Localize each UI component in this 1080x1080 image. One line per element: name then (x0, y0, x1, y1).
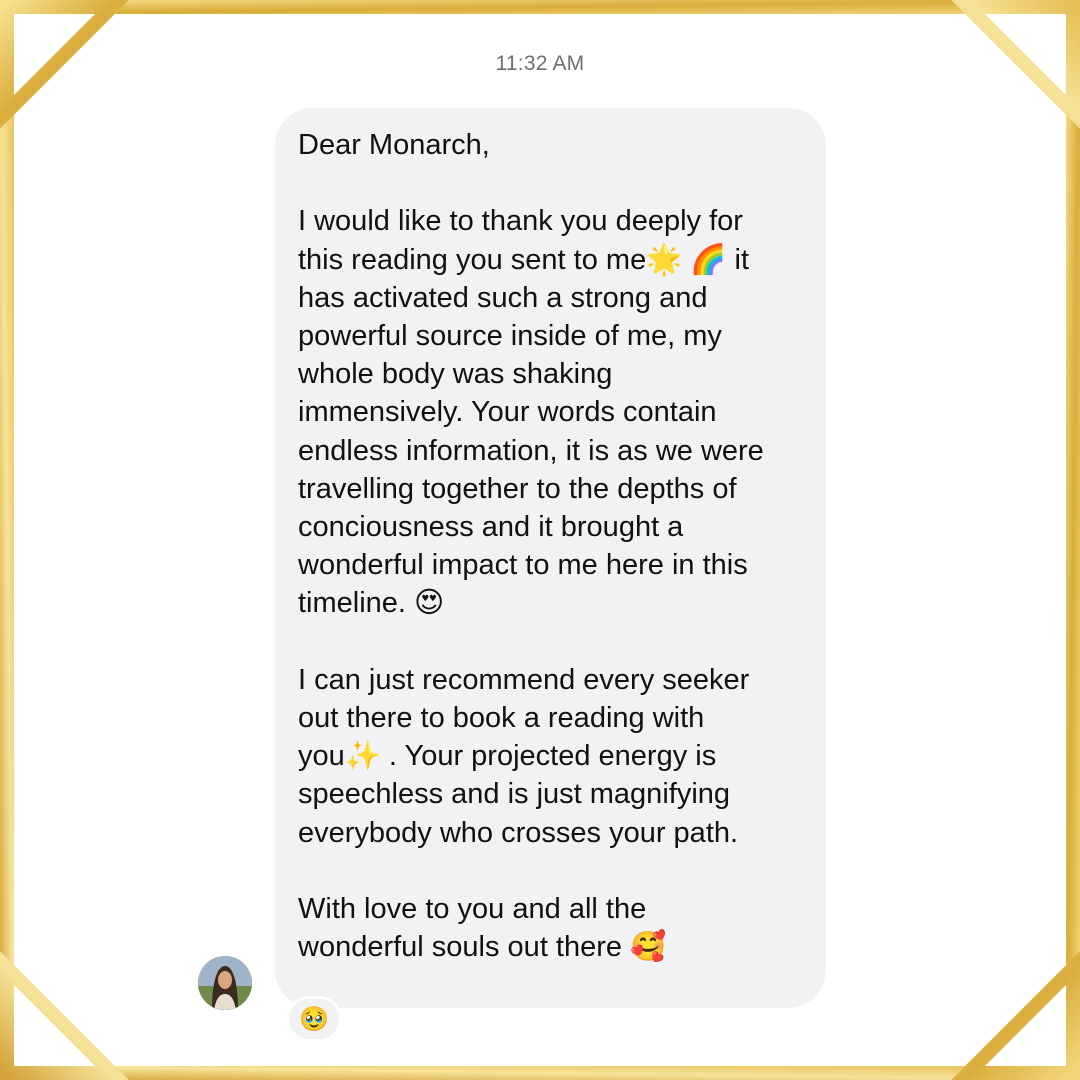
avatar-photo (198, 956, 252, 1010)
message-text: Dear Monarch, I would like to thank you … (298, 129, 764, 964)
message-timestamp: 11:32 AM (495, 52, 585, 75)
sender-avatar[interactable] (198, 956, 252, 1010)
message-bubble[interactable]: Dear Monarch, I would like to thank you … (275, 108, 826, 1008)
reaction-badge[interactable]: 🥹 (286, 996, 342, 1042)
